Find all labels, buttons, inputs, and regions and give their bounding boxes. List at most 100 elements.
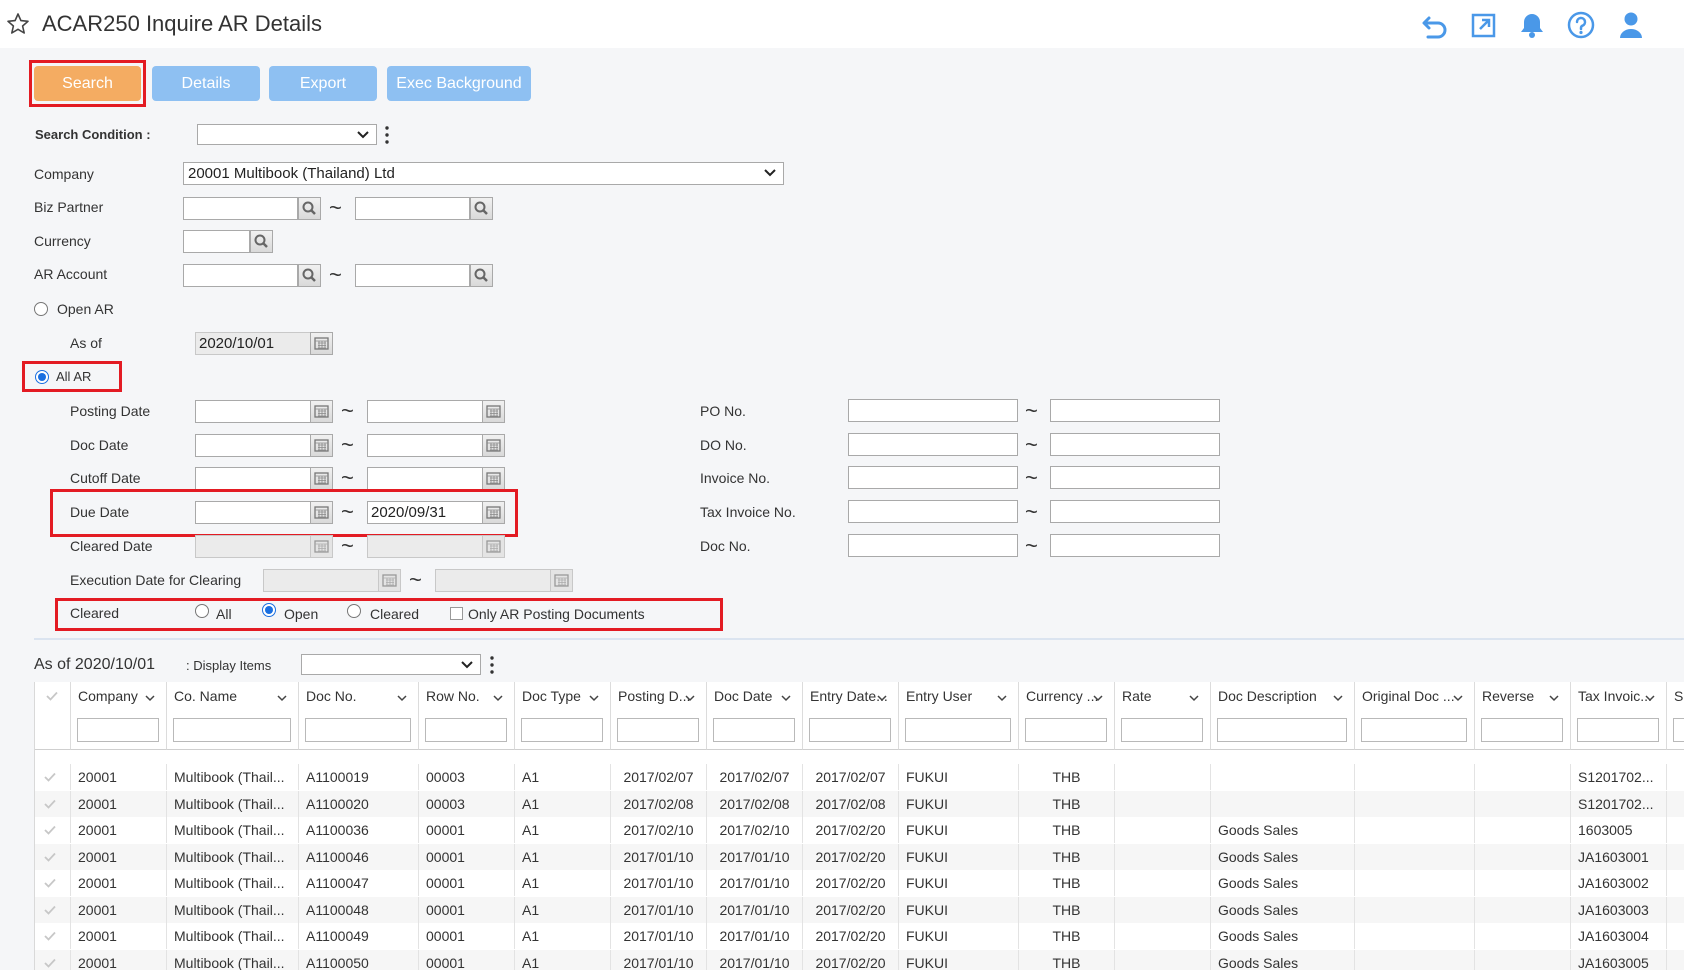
chevron-down-icon[interactable] [492,692,504,704]
calendar-icon[interactable] [310,434,333,457]
column-header[interactable]: Doc Type [515,682,611,750]
column-filter-input[interactable] [1121,718,1203,742]
cutoff-date-to-input[interactable] [367,467,484,490]
chevron-down-icon[interactable] [1452,692,1464,704]
column-header[interactable]: Currency ... [1019,682,1115,750]
row-select-cell[interactable] [35,923,71,949]
invoice-no-from-input[interactable] [848,466,1018,489]
column-filter-input[interactable] [425,718,507,742]
calendar-icon[interactable] [310,400,333,423]
search-lookup-icon[interactable] [298,264,321,287]
tax-invoice-no-from-input[interactable] [848,500,1018,523]
doc-no-to-input[interactable] [1050,534,1220,557]
search-lookup-icon[interactable] [298,197,321,220]
bell-icon[interactable] [1517,10,1547,40]
column-filter-input[interactable] [809,718,891,742]
doc-date-to-input[interactable] [367,434,484,457]
chevron-down-icon[interactable] [996,692,1008,704]
column-header[interactable]: Co. Name [167,682,299,750]
column-filter-input[interactable] [1577,718,1659,742]
chevron-down-icon[interactable] [144,692,156,704]
star-icon[interactable] [6,12,30,36]
column-filter-input[interactable] [1361,718,1467,742]
ar-account-from-input[interactable] [183,264,298,287]
exec-date-clearing-to-input[interactable] [435,569,552,592]
column-filter-input[interactable] [905,718,1011,742]
calendar-icon[interactable] [310,535,333,558]
undo-icon[interactable] [1420,10,1450,40]
search-lookup-icon[interactable] [250,230,273,253]
chevron-down-icon[interactable] [1092,692,1104,704]
select-all-header[interactable] [35,682,71,750]
cleared-date-from-input[interactable] [195,535,312,558]
help-icon[interactable] [1566,10,1596,40]
posting-date-to-input[interactable] [367,400,484,423]
chevron-down-icon[interactable] [1188,692,1200,704]
column-filter-input[interactable] [305,718,411,742]
table-row[interactable]: 20001 Multibook (Thail... A1100049 00001 A1 2… [35,923,1684,949]
display-items-select[interactable] [301,654,481,675]
row-select-cell[interactable] [35,843,71,870]
column-filter-input[interactable] [1673,718,1684,742]
column-header[interactable]: Company [71,682,167,750]
kebab-menu-icon[interactable] [385,126,389,144]
column-filter-input[interactable] [1217,718,1347,742]
column-filter-input[interactable] [1481,718,1563,742]
column-header[interactable]: Entry User [899,682,1019,750]
calendar-icon[interactable] [482,535,505,558]
column-header[interactable]: Rate [1115,682,1211,750]
doc-no-from-input[interactable] [848,534,1018,557]
calendar-icon[interactable] [310,332,333,355]
do-no-to-input[interactable] [1050,433,1220,456]
calendar-icon[interactable] [310,467,333,490]
column-header[interactable]: Sp [1667,682,1684,750]
column-header[interactable]: Entry Date... [803,682,899,750]
column-filter-input[interactable] [521,718,603,742]
search-lookup-icon[interactable] [470,264,493,287]
chevron-down-icon[interactable] [684,692,696,704]
open-ar-radio[interactable] [34,302,48,316]
chevron-down-icon[interactable] [780,692,792,704]
currency-input[interactable] [183,230,250,253]
row-select-cell[interactable] [35,764,71,790]
chevron-down-icon[interactable] [876,692,888,704]
calendar-icon[interactable] [378,569,401,592]
table-row[interactable]: 20001 Multibook (Thail... A1100020 00003 A1 2… [35,790,1684,817]
calendar-icon[interactable] [482,467,505,490]
column-header[interactable]: Original Doc ... [1355,682,1475,750]
column-header[interactable]: Doc Date [707,682,803,750]
calendar-icon[interactable] [482,400,505,423]
column-filter-input[interactable] [173,718,291,742]
exec-background-button[interactable]: Exec Background [387,66,531,101]
biz-partner-to-input[interactable] [355,197,470,220]
column-filter-input[interactable] [713,718,795,742]
column-header[interactable]: Row No. [419,682,515,750]
as-of-date-input[interactable]: 2020/10/01 [195,332,312,355]
posting-date-from-input[interactable] [195,400,312,423]
chevron-down-icon[interactable] [276,692,288,704]
search-lookup-icon[interactable] [470,197,493,220]
chevron-down-icon[interactable] [396,692,408,704]
row-select-cell[interactable] [35,870,71,896]
exec-date-clearing-from-input[interactable] [263,569,380,592]
column-header[interactable]: Doc No. [299,682,419,750]
chevron-down-icon[interactable] [1332,692,1344,704]
chevron-down-icon[interactable] [588,692,600,704]
column-filter-input[interactable] [617,718,699,742]
chevron-down-icon[interactable] [1644,692,1656,704]
column-filter-input[interactable] [77,718,159,742]
row-select-cell[interactable] [35,790,71,817]
table-row[interactable]: 20001 Multibook (Thail... A1100048 00001 A1 2… [35,896,1684,923]
kebab-menu-icon[interactable] [490,656,494,674]
column-header[interactable]: Doc Description [1211,682,1355,750]
po-no-to-input[interactable] [1050,399,1220,422]
company-select[interactable]: 20001 Multibook (Thailand) Ltd [183,162,784,185]
search-condition-select[interactable] [197,124,377,145]
row-select-cell[interactable] [35,949,71,970]
invoice-no-to-input[interactable] [1050,466,1220,489]
cleared-date-to-input[interactable] [367,535,484,558]
user-icon[interactable] [1616,10,1646,40]
biz-partner-from-input[interactable] [183,197,298,220]
cutoff-date-from-input[interactable] [195,467,312,490]
ar-account-to-input[interactable] [355,264,470,287]
